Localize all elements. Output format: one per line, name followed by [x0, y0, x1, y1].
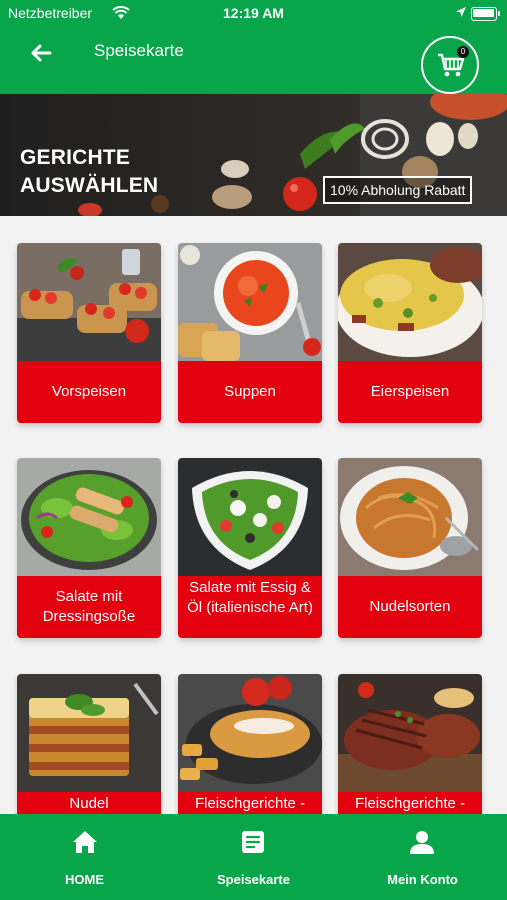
hero-title-line2: AUSWÄHLEN — [20, 174, 159, 197]
home-icon — [73, 831, 97, 853]
category-tile-eierspeisen[interactable]: Eierspeisen — [338, 243, 482, 423]
category-label: Salate mit Dressingsoße — [17, 576, 161, 638]
salat-dressing-image — [17, 458, 161, 576]
battery-icon — [471, 7, 500, 21]
nudel-lasagne-image — [17, 674, 161, 792]
page-title: Speisekarte — [94, 41, 184, 60]
nav-home-label: HOME — [65, 872, 104, 887]
category-tile-salate-essig-oel[interactable]: Salate mit Essig & Öl (italienische Art) — [178, 458, 322, 638]
category-label: Eierspeisen — [338, 361, 482, 423]
category-label: Suppen — [178, 361, 322, 423]
app-bar: Speisekarte 0 — [0, 28, 507, 94]
category-tile-nudelsorten[interactable]: Nudelsorten — [338, 458, 482, 638]
hero-title-line1: GERICHTE — [20, 146, 131, 169]
category-tile-salate-dressing[interactable]: Salate mit Dressingsoße — [17, 458, 161, 638]
category-label: Vorspeisen — [17, 361, 161, 423]
nav-speisekarte[interactable]: Speisekarte — [169, 814, 338, 900]
location-arrow-icon — [456, 7, 466, 17]
category-label: Nudelsorten — [338, 576, 482, 638]
nav-speisekarte-label: Speisekarte — [217, 872, 290, 887]
salat-essig-oel-image — [178, 458, 322, 576]
category-tile-suppen[interactable]: Suppen — [178, 243, 322, 423]
cart-button[interactable]: 0 — [421, 36, 479, 94]
cart-count-badge: 0 — [457, 46, 469, 58]
menu-list-icon — [242, 831, 264, 853]
nav-mein-konto[interactable]: Mein Konto — [338, 814, 507, 900]
fleischgerichte-steak-image — [338, 674, 482, 792]
nudelsorten-image — [338, 458, 482, 576]
suppen-image — [178, 243, 322, 361]
bottom-navigation: HOME Speisekarte Mein Konto — [0, 814, 507, 900]
nav-home[interactable]: HOME — [0, 814, 169, 900]
clock: 12:19 AM — [223, 5, 284, 21]
fleischgerichte-schnitzel-image — [178, 674, 322, 792]
category-tile-vorspeisen[interactable]: Vorspeisen — [17, 243, 161, 423]
pickup-discount-badge: 10% Abholung Rabatt — [323, 176, 473, 204]
category-label: Salate mit Essig & Öl (italienische Art) — [178, 576, 322, 638]
vorspeisen-image — [17, 243, 161, 361]
eierspeisen-image — [338, 243, 482, 361]
back-arrow-icon[interactable] — [26, 38, 56, 68]
status-bar: Netzbetreiber 12:19 AM — [0, 0, 507, 28]
user-account-icon — [410, 831, 434, 854]
hero-banner: GERICHTE AUSWÄHLEN 10% Abholung Rabatt — [0, 94, 507, 216]
nav-mein-konto-label: Mein Konto — [387, 872, 458, 887]
